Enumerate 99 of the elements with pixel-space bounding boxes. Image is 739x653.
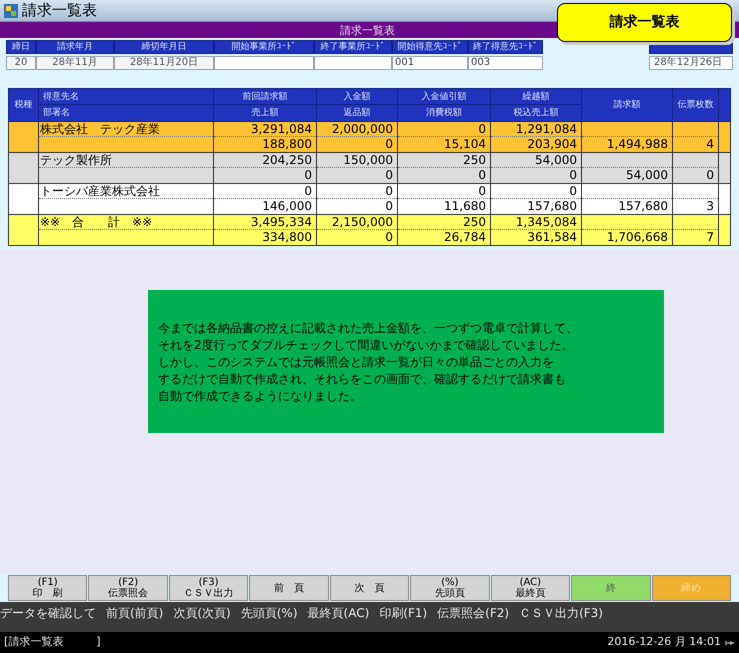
table-cell-text: 4 bbox=[705, 137, 715, 152]
guide-text: 伝票照会(F2) bbox=[437, 605, 510, 622]
app-icon bbox=[4, 4, 18, 18]
guide-text: データを確認して bbox=[0, 605, 96, 622]
field-header: 開始得意先ｺｰﾄﾞ bbox=[392, 40, 468, 54]
field-header: 終了得意先ｺｰﾄﾞ bbox=[468, 40, 543, 54]
table-row[interactable]: トーシバ産業株式会社 0 146,000 0 0 0 11,680 0 157,680 157,680 3 bbox=[8, 184, 731, 215]
guide-text: 次頁(次頁) bbox=[173, 605, 231, 622]
table-cell-text: 1,494,988 bbox=[606, 137, 669, 152]
table-cell: 0 bbox=[398, 122, 490, 137]
field-header: 締日 bbox=[6, 40, 36, 54]
table-cell: 株式会社 テック産業 bbox=[39, 122, 213, 137]
date-field[interactable]: 28年12月26日 bbox=[649, 56, 733, 70]
callout-text: 請求一覧表 bbox=[610, 13, 680, 32]
table-cell: 250 bbox=[398, 215, 490, 230]
column-header: 消費税額 bbox=[425, 106, 463, 120]
guide-text: 前頁(前頁) bbox=[106, 605, 164, 622]
column-header: 繰越額 bbox=[491, 89, 581, 105]
table-row[interactable]: ※※ 合 計 ※※ 3,495,334 334,800 2,150,000 0 250 26,784 1,345,084 361,584 1,706,668 7 bbox=[8, 215, 731, 246]
guide-text: 最終頁(AC) bbox=[308, 605, 370, 622]
table-cell: 0 bbox=[398, 184, 490, 199]
table-cell-text: 157,680 bbox=[526, 199, 578, 214]
function-key-button[interactable]: 次 頁 bbox=[330, 575, 410, 601]
function-key-button[interactable]: (F1) 印 刷 bbox=[8, 575, 88, 601]
table-cell: 0 bbox=[214, 184, 316, 199]
screen-title: 請求一覧表 bbox=[340, 24, 395, 36]
table-cell-text: 157,680 bbox=[617, 199, 669, 214]
table-cell: 1,291,084 bbox=[491, 122, 581, 137]
table-cell-text: 1,706,668 bbox=[606, 230, 669, 245]
table-cell-text: 334,800 bbox=[261, 230, 313, 245]
column-header: 税種 bbox=[14, 98, 34, 112]
table-cell: ※※ 合 計 ※※ bbox=[39, 215, 213, 230]
table-cell: 2,150,000 bbox=[317, 215, 397, 230]
table-cell-text: 0 bbox=[384, 168, 394, 183]
column-header: 返品額 bbox=[342, 106, 372, 120]
table-cell: 0 bbox=[491, 184, 581, 199]
table-cell: 54,000 bbox=[491, 153, 581, 168]
table-cell-text: 0 bbox=[568, 168, 578, 183]
table-cell-text: 0 bbox=[705, 168, 715, 183]
column-header: 得意先名 bbox=[39, 89, 213, 105]
input-field[interactable]: 003 bbox=[468, 56, 543, 70]
function-key-button[interactable]: (AC) 最終頁 bbox=[490, 575, 570, 601]
field-header: 請求年月 bbox=[36, 40, 114, 54]
field-header: 終了事業所ｺｰﾄﾞ bbox=[314, 40, 392, 54]
field-header: 締切年月日 bbox=[114, 40, 214, 54]
readonly-field: 28年11月20日 bbox=[114, 56, 214, 70]
input-field[interactable]: 001 bbox=[392, 56, 468, 70]
function-key-button[interactable]: (F3) ＣＳＶ出力 bbox=[168, 575, 248, 601]
guide-text: ＣＳＶ出力(F3) bbox=[519, 605, 603, 622]
table-cell-text: 54,000 bbox=[625, 168, 669, 183]
function-key-button[interactable]: 終 bbox=[571, 575, 650, 601]
function-key-button[interactable]: (F2) 伝票照会 bbox=[88, 575, 168, 601]
table-cell-text: 0 bbox=[384, 230, 394, 245]
table-cell: 2,000,000 bbox=[317, 122, 397, 137]
table-row[interactable]: テック製作所 204,250 0 150,000 0 250 0 54,000 0 54,000 0 bbox=[8, 153, 731, 184]
column-header: 入金額 bbox=[317, 89, 397, 105]
column-header: 部署名 bbox=[42, 106, 71, 120]
column-header: 入金値引額 bbox=[398, 89, 490, 105]
table-cell-text: 203,904 bbox=[526, 137, 578, 152]
table-cell-text: 26,784 bbox=[443, 230, 487, 245]
input-field[interactable] bbox=[214, 56, 314, 70]
table-cell-text: 11,680 bbox=[443, 199, 487, 214]
function-key-button[interactable]: 前 頁 bbox=[249, 575, 329, 601]
column-header: 売上額 bbox=[250, 106, 280, 120]
date-time: 2016-12-26 月 14:01 bbox=[607, 634, 721, 650]
table-cell: 1,345,084 bbox=[491, 215, 581, 230]
column-header: 前回請求額 bbox=[214, 89, 316, 105]
function-key-button[interactable]: (%) 先頭頁 bbox=[410, 575, 490, 601]
column-header: 請求額 bbox=[612, 98, 642, 112]
column-header: 伝票枚数 bbox=[676, 98, 714, 112]
table-cell: 150,000 bbox=[317, 153, 397, 168]
table-cell: テック製作所 bbox=[39, 153, 213, 168]
table-cell-text: 0 bbox=[477, 168, 487, 183]
table-cell: 0 bbox=[317, 184, 397, 199]
table-cell-text: 361,584 bbox=[526, 230, 578, 245]
table-cell-text: 3 bbox=[705, 199, 715, 214]
column-header: 税込売上額 bbox=[512, 106, 560, 120]
readonly-field: 20 bbox=[6, 56, 36, 70]
table-cell-text: 0 bbox=[303, 168, 313, 183]
table-row[interactable]: 株式会社 テック産業 3,291,084 188,800 2,000,000 0 0 15,104 1,291,084 203,904 1,494,988 4 bbox=[8, 122, 731, 153]
table-cell-text: 146,000 bbox=[261, 199, 313, 214]
table-cell-text: 188,800 bbox=[261, 137, 313, 152]
guide-text: 印刷(F1) bbox=[379, 605, 428, 622]
table-cell: 250 bbox=[398, 153, 490, 168]
table-cell: 3,495,334 bbox=[214, 215, 316, 230]
guide-text: 先頭頁(%) bbox=[240, 605, 298, 622]
readonly-field: 28年11月 bbox=[36, 56, 114, 70]
table-cell-text: 15,104 bbox=[443, 137, 487, 152]
input-field[interactable] bbox=[314, 56, 392, 70]
table-cell-text: 0 bbox=[384, 199, 394, 214]
table-cell: トーシバ産業株式会社 bbox=[39, 184, 213, 199]
table-cell: 3,291,084 bbox=[214, 122, 316, 137]
field-header: 開始事業所ｺｰﾄﾞ bbox=[214, 40, 314, 54]
note-text: 今までは各納品書の控えに記載された売上金額を、一つずつ電卓で計算して、 それを2度行ってダブルチェックして間違いがないかまで確認していました。 しかし、このシステムでは元帳照会と請求一覧が日々の単品ごとの入力を するだけで自動で作成され、それらをこの画面で、確認するだけで請求書も 自動で作成できるようになりました。 bbox=[158, 320, 579, 405]
table-cell-text: 0 bbox=[384, 137, 394, 152]
window-title: 請求一覧表 bbox=[22, 0, 97, 22]
screen-name: [請求一覧表 ] bbox=[4, 634, 101, 650]
table-cell: 204,250 bbox=[214, 153, 316, 168]
table-cell-text: 7 bbox=[705, 230, 715, 245]
